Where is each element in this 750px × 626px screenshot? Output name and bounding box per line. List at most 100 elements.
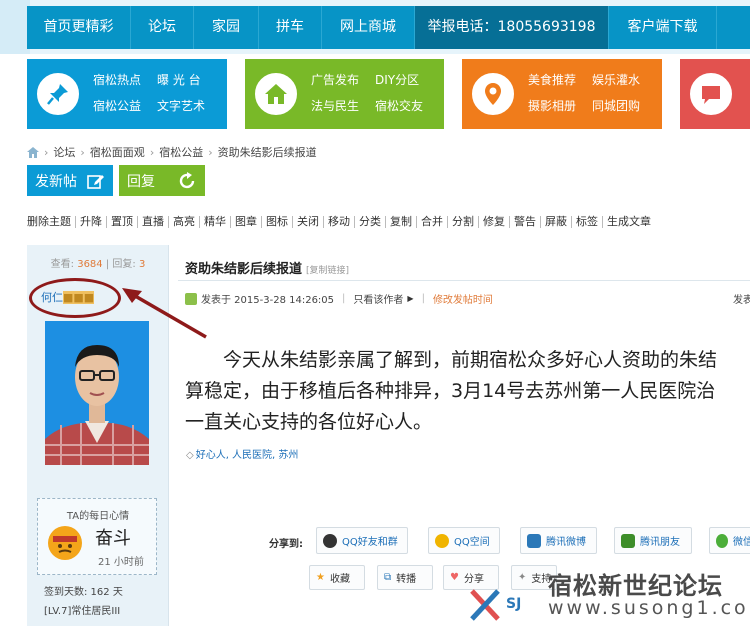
star-icon: ★ [316,572,325,583]
reply-label: 回复 [127,173,155,190]
nav-homeland[interactable]: 家园 [194,6,259,49]
mod-action[interactable]: 生成文章 [602,216,655,228]
sign-in-days: 签到天数: 162 天 [44,587,123,598]
home-icon[interactable] [27,146,39,158]
rebroadcast-button[interactable]: ⧉ 转播 [377,565,433,590]
title-divider [178,280,750,281]
tile-partial: ​ [680,59,750,129]
favorite-button[interactable]: ★ 收藏 [309,565,365,590]
watermark-site-name: 宿松新世纪论坛 [548,572,723,600]
breadcrumb-item[interactable]: 论坛 [53,144,75,160]
breadcrumb-item[interactable]: 宿松公益 [159,144,203,160]
rebroadcast-label: 转播 [396,574,417,585]
breadcrumb-separator: › [208,145,213,159]
share-qzone-button[interactable]: QQ空间 [428,527,500,554]
tile-link[interactable]: DIY分区 [375,71,423,88]
top-banner: 首页更精彩 论坛 家园 拼车 网上商城 举报电话：18055693198 客户端… [0,0,750,54]
qq-icon [323,533,337,548]
tile-link[interactable]: 宿松交友 [375,97,423,114]
share-label: 分享到: [269,539,303,550]
mod-action[interactable]: 警告 [509,216,540,228]
home-icon [255,73,297,115]
nav-report-phone[interactable]: 举报电话：18055693198 [415,6,609,49]
tile-link[interactable]: 摄影相册 [528,97,576,114]
share-label-text: 腾讯微博 [546,537,586,548]
user-level: [LV.7]常住居民III [44,606,121,617]
mod-action[interactable]: 移动 [323,216,354,228]
share-wechat-button[interactable]: 微信 [709,527,750,554]
thread-stats: 查看: 3684 | 回复: 3 [27,255,169,270]
share-label-text: QQ好友和群 [342,537,398,548]
poster-icon [185,292,197,305]
daily-mood-card: TA的每日心情 奋斗 21 小时前 [37,498,157,575]
copy-link[interactable]: [复制链接] [306,266,349,276]
moderation-toolbar: 删除主题 升降 置顶 直播 高亮 精华 图章 图标 关闭 移动 分类 复制 合并 分割 修复 警告 屏蔽 标签 生成… [27,216,655,228]
tile-link[interactable]: 美食推荐 [528,71,576,88]
chat-icon [690,73,732,115]
tile-link[interactable]: 法与民生 [311,97,359,114]
tag-list[interactable]: 好心人, 人民医院, 苏州 [196,450,299,461]
mod-action[interactable]: 直播 [137,216,168,228]
tile-link[interactable]: 宿松热点 [93,71,141,88]
tile-ads: 广告发布 DIY分区 法与民生 宿松交友 [245,59,444,129]
mod-action[interactable]: 高亮 [168,216,199,228]
mod-action[interactable]: 删除主题 [27,216,75,228]
tile-link[interactable]: 文字艺术 [157,97,205,114]
mood-emoji-icon [48,526,82,560]
nav-mall[interactable]: 网上商城 [322,6,415,49]
post-title: 资助朱结影后续报道 [复制链接] [185,258,349,277]
mod-action[interactable]: 分割 [447,216,478,228]
share-tencent-friends-button[interactable]: 腾讯朋友 [614,527,692,554]
avatar[interactable] [45,321,149,465]
breadcrumb-item[interactable]: 宿松面面观 [90,144,145,160]
nav-forum[interactable]: 论坛 [131,6,194,49]
mood-word: 奋斗 [95,528,131,549]
mood-time: 21 小时前 [98,557,144,568]
mod-action[interactable]: 复制 [385,216,416,228]
mod-action[interactable]: 精华 [199,216,230,228]
post-meta-right: 发表 [733,295,750,306]
nav-home[interactable]: 首页更精彩 [27,6,131,49]
mod-action[interactable]: 合并 [416,216,447,228]
tile-link[interactable]: 娱乐灌水 [592,71,640,88]
watermark-logo-icon [470,589,500,621]
mod-action[interactable]: 分类 [354,216,385,228]
mod-action[interactable]: 升降 [75,216,106,228]
mod-action[interactable]: 置顶 [106,216,137,228]
breadcrumb-separator: › [149,145,155,159]
share-label-text: QQ空间 [454,537,490,548]
only-author-link[interactable]: 只看该作者 [353,291,403,306]
tile-link[interactable]: 宿松公益 [93,97,141,114]
breadcrumb-item[interactable]: 资助朱结影后续报道 [218,144,317,160]
post-tags: ◇ 好心人, 人民医院, 苏州 [186,446,298,461]
mod-action[interactable]: 图章 [230,216,261,228]
share-label-text: 微信 [733,537,750,548]
share-tencent-weibo-button[interactable]: 腾讯微博 [520,527,597,554]
tile-link[interactable]: 曝 光 台 [157,71,205,88]
breadcrumb: › 论坛 › 宿松面面观 › 宿松公益 › 资助朱结影后续报道 [27,144,317,160]
replies-count: 3 [138,259,146,270]
new-post-label: 发新帖 [35,173,77,190]
edit-icon [87,174,104,189]
new-post-button[interactable]: 发新帖 [27,165,113,196]
breadcrumb-separator: › [44,145,49,159]
breadcrumb-separator: › [80,145,85,159]
mod-action[interactable]: 屏蔽 [540,216,571,228]
post-content: 今天从朱结影亲属了解到，前期宿松众多好心人资助的朱结 算稳定，由于移植后各种排异… [185,345,750,438]
tile-link[interactable]: 广告发布 [311,71,359,88]
mod-action[interactable]: 关闭 [292,216,323,228]
nav-carpool[interactable]: 拼车 [259,6,322,49]
tile-food: 美食推荐 娱乐灌水 摄影相册 同城团购 [462,59,662,129]
nav-client-download[interactable]: 客户端下载 [609,6,717,49]
favorite-label: 收藏 [329,574,350,585]
share-qq-friends-button[interactable]: QQ好友和群 [316,527,408,554]
replies-label: 回复: [112,259,136,270]
mod-action[interactable]: 标签 [571,216,602,228]
watermark-url: www.susong1.com [548,597,750,619]
edit-time-link[interactable]: 修改发帖时间 [433,291,493,306]
mod-action[interactable]: 图标 [261,216,292,228]
map-pin-icon [472,73,514,115]
reply-button[interactable]: 回复 [119,165,205,196]
tile-link[interactable]: 同城团购 [592,97,640,114]
mod-action[interactable]: 修复 [478,216,509,228]
